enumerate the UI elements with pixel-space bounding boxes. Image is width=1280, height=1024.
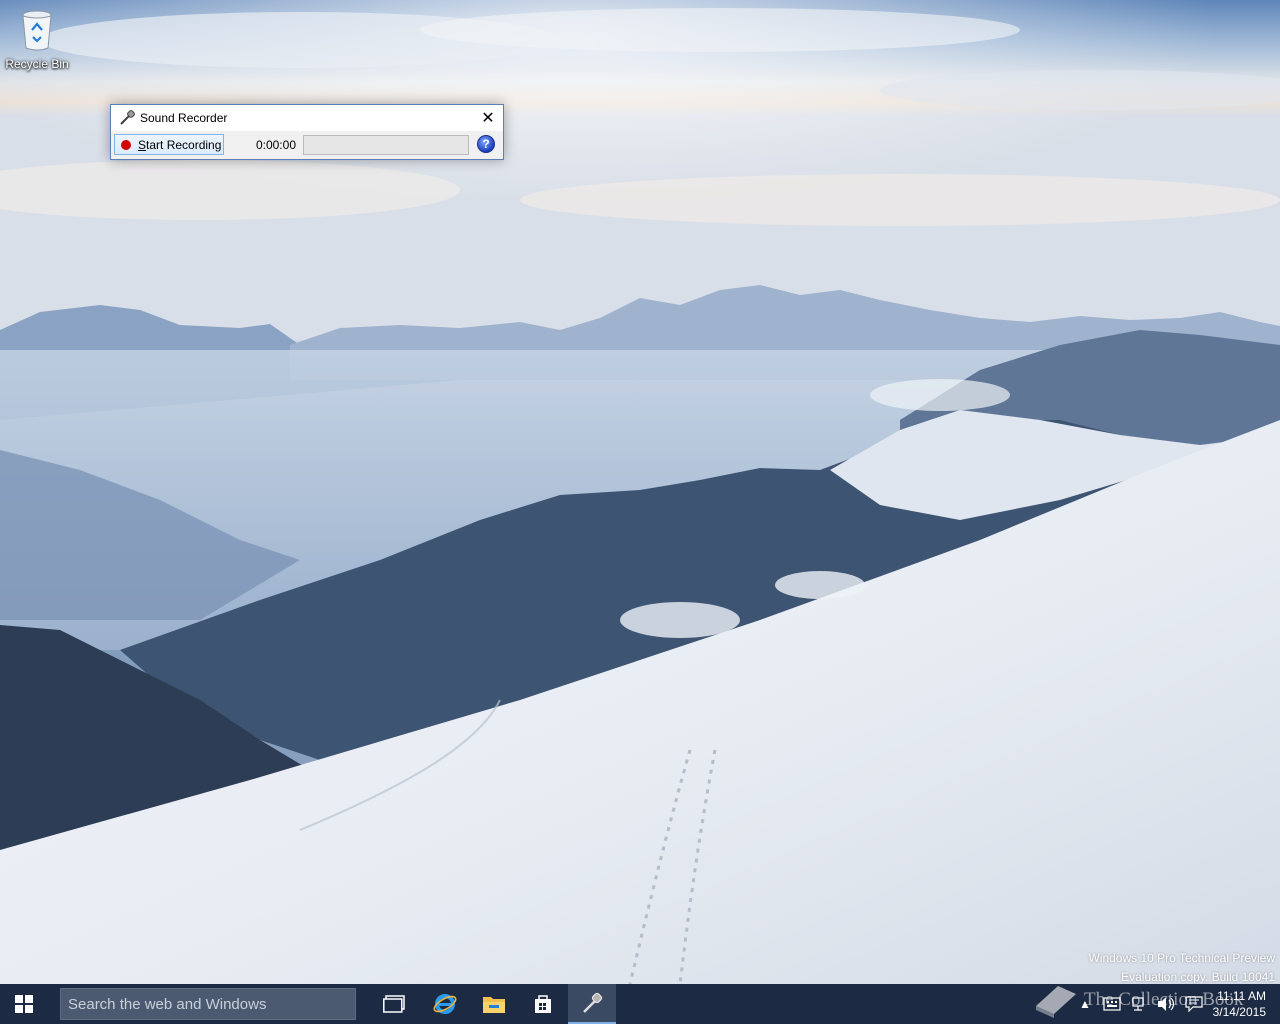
brand-watermark: The Collection Book (1030, 976, 1260, 1024)
book-logo-icon (1036, 986, 1076, 1018)
close-button[interactable]: ✕ (473, 105, 503, 131)
recycle-bin-icon (22, 10, 52, 51)
internet-explorer-button[interactable] (421, 984, 469, 1024)
window-titlebar[interactable]: Sound Recorder ✕ (111, 105, 503, 131)
audio-level-meter (303, 134, 469, 155)
file-explorer-icon (483, 997, 505, 1013)
elapsed-time: 0:00:00 (255, 137, 296, 152)
internet-explorer-icon (433, 994, 457, 1014)
desktop: Recycle Bin Sound Recorder ✕ Start Recor… (0, 0, 1280, 984)
watermark-line-1: Windows 10 Pro Technical Preview (1088, 951, 1275, 965)
microphone-icon (120, 110, 135, 125)
store-button[interactable] (519, 984, 567, 1024)
start-button[interactable] (0, 984, 48, 1024)
window-title: Sound Recorder (140, 111, 228, 125)
recycle-bin-desktop-icon[interactable]: Recycle Bin (4, 8, 70, 74)
search-input[interactable]: Search the web and Windows (60, 988, 356, 1020)
windows-logo-icon (15, 995, 33, 1013)
help-button[interactable]: ? (477, 135, 495, 153)
start-recording-label: Start Recording (138, 137, 222, 152)
sound-recorder-taskbar-button[interactable] (568, 984, 616, 1024)
recycle-bin-label: Recycle Bin (5, 57, 69, 71)
task-view-icon (383, 995, 405, 1013)
recorder-toolbar: Start Recording 0:00:00 ? (111, 131, 503, 158)
file-explorer-button[interactable] (470, 984, 518, 1024)
start-recording-button[interactable]: Start Recording (114, 134, 224, 155)
store-icon (535, 995, 551, 1013)
brand-text: The Collection Book (1084, 989, 1244, 1010)
task-view-button[interactable] (370, 984, 418, 1024)
sound-recorder-window[interactable]: Sound Recorder ✕ Start Recording 0:00:00… (110, 104, 504, 160)
search-placeholder: Search the web and Windows (68, 995, 267, 1013)
sound-recorder-taskbar-icon (583, 992, 603, 1013)
record-dot-icon (121, 139, 131, 150)
